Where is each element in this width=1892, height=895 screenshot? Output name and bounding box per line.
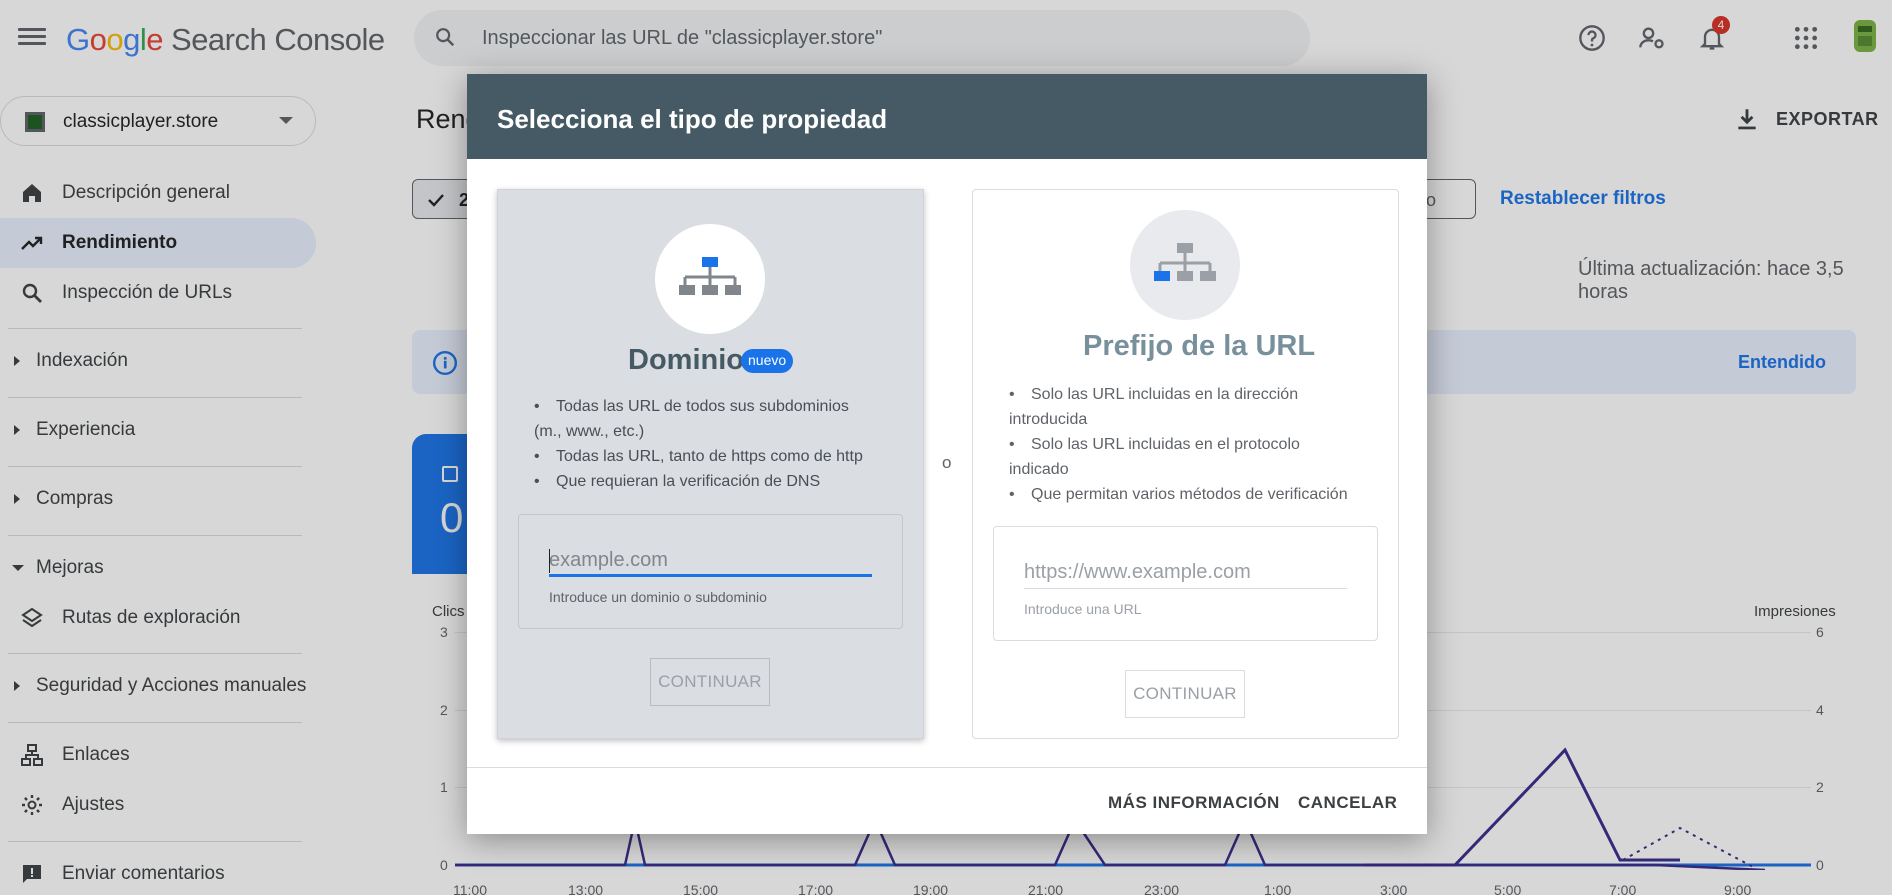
url-input-hint: Introduce una URL [1024,601,1142,617]
property-type-dialog: Selecciona el tipo de propiedad Dominio … [467,74,1427,834]
feature-item: Solo las URL incluidas en la dirección [1009,382,1359,407]
domain-title: Dominio [628,344,744,376]
domain-continue-button[interactable]: CONTINUAR [650,658,770,706]
url-prefix-features-list: Solo las URL incluidas en la dirección i… [1009,382,1359,507]
domain-input-box: example.com Introduce un dominio o subdo… [518,514,903,629]
domain-input[interactable]: example.com [549,547,872,577]
feature-item-continued: indicado [1009,461,1069,478]
more-info-button[interactable]: MÁS INFORMACIÓN [1108,793,1280,813]
feature-item-continued: (m., www., etc.) [534,423,645,440]
dialog-divider [467,767,1427,768]
new-badge: nuevo [741,349,794,373]
url-input-box: https://www.example.com Introduce una UR… [993,526,1378,641]
url-prefix-title: Prefijo de la URL [1083,330,1316,362]
feature-item: Que permitan varios métodos de verificac… [1009,482,1359,507]
url-continue-button[interactable]: CONTINUAR [1125,670,1245,718]
dialog-title: Selecciona el tipo de propiedad [497,104,888,134]
domain-sitemap-icon [655,224,765,334]
or-separator: o [942,453,952,472]
domain-option-card[interactable]: Dominio nuevo Todas las URL de todos sus… [497,189,924,739]
cancel-button[interactable]: CANCELAR [1298,793,1397,813]
feature-item: Solo las URL incluidas en el protocolo [1009,432,1359,457]
url-prefix-sitemap-icon [1130,210,1240,320]
dialog-header: Selecciona el tipo de propiedad [467,74,1427,159]
domain-input-hint: Introduce un dominio o subdominio [549,589,767,605]
feature-item: Todas las URL, tanto de https como de ht… [534,444,884,469]
url-input[interactable]: https://www.example.com [1024,559,1347,589]
feature-item: Que requieran la verificación de DNS [534,469,884,494]
feature-item: Todas las URL de todos sus subdominios [534,394,884,419]
feature-item-continued: introducida [1009,411,1088,428]
url-prefix-option-card[interactable]: Prefijo de la URL Solo las URL incluidas… [972,189,1399,739]
domain-features-list: Todas las URL de todos sus subdominios (… [534,394,884,494]
